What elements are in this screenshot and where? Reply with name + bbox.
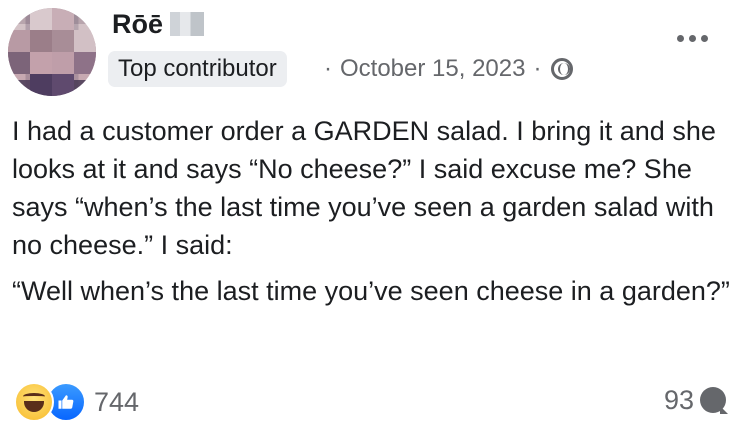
comment-count: 93 (663, 385, 694, 415)
thumbs-up-icon (58, 395, 74, 409)
comment-icon (700, 387, 728, 414)
top-contributor-badge[interactable]: Top contributor (108, 51, 287, 87)
meta-separator: · (324, 55, 332, 82)
post-meta: · October 15, 2023 · (316, 51, 574, 87)
post-date[interactable]: October 15, 2023 (340, 51, 525, 87)
globe-icon[interactable] (551, 58, 574, 80)
dot-icon (700, 34, 708, 42)
reaction-count: 744 (94, 387, 140, 417)
avatar[interactable] (8, 8, 96, 96)
more-options-button[interactable] (672, 28, 712, 48)
post-body: I had a customer order a GARDEN salad. I… (12, 112, 730, 318)
reactions-summary[interactable]: 744 (14, 382, 139, 422)
author-name[interactable]: Rōē (112, 8, 163, 40)
haha-icon (14, 382, 54, 422)
post-paragraph: “Well when’s the last time you’ve seen c… (12, 276, 730, 306)
comments-summary[interactable]: 93 (663, 382, 728, 418)
meta-separator-2: · (533, 55, 542, 82)
post-paragraph: I had a customer order a GARDEN salad. I… (12, 116, 716, 260)
redacted-name-block (170, 12, 204, 36)
dot-icon (688, 34, 696, 42)
dot-icon (676, 34, 684, 42)
